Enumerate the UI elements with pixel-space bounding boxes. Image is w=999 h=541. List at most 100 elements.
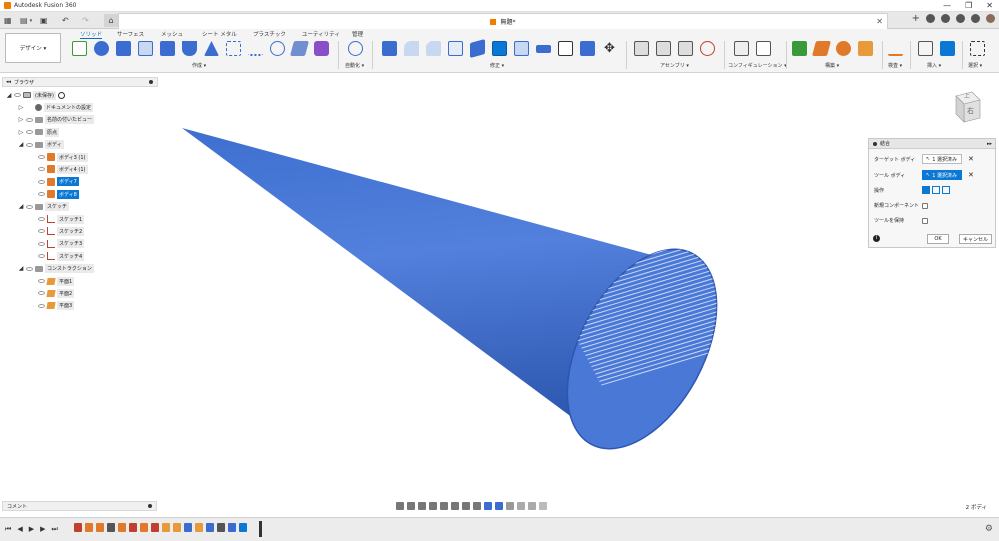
expand-toggle-icon[interactable]: ◢	[18, 203, 24, 210]
split-body-icon[interactable]	[558, 41, 573, 56]
select-icon[interactable]	[970, 41, 985, 56]
tab-sheet-metal[interactable]: シート メタル	[202, 30, 237, 38]
browser-node[interactable]: ボディ7	[30, 177, 79, 187]
pin-icon[interactable]	[873, 141, 877, 146]
visibility-eye-icon[interactable]	[38, 254, 45, 259]
timeline-feature-icon[interactable]	[195, 523, 203, 532]
zoom-icon[interactable]	[429, 502, 437, 510]
activate-radio-icon[interactable]	[57, 91, 65, 99]
as-built-joint-icon[interactable]	[678, 41, 693, 56]
browser-node[interactable]: スケッチ1	[30, 214, 85, 224]
browser-node[interactable]: ボディ8	[30, 189, 79, 199]
fit-icon[interactable]	[440, 502, 448, 510]
configure-icon[interactable]	[734, 41, 749, 56]
timeline-feature-icon[interactable]	[85, 523, 93, 532]
info-icon[interactable]: i	[873, 235, 880, 242]
rectangular-pattern-icon[interactable]	[226, 41, 241, 56]
keep-tools-checkbox[interactable]	[922, 217, 928, 224]
visibility-eye-icon[interactable]	[26, 117, 33, 122]
tab-manage[interactable]: 管理	[352, 30, 363, 38]
extrude-icon[interactable]	[94, 41, 109, 56]
new-component-checkbox[interactable]	[922, 202, 928, 209]
timeline-feature-icon[interactable]	[140, 523, 148, 532]
timeline-marker[interactable]	[259, 521, 262, 537]
shaded-view-icon[interactable]	[484, 502, 492, 510]
browser-node[interactable]: ▷ ドキュメントの設定	[18, 102, 94, 112]
browser-node[interactable]: ▷ 名前の付いたビュー	[18, 115, 95, 125]
viewport-canvas[interactable]	[160, 74, 860, 499]
timeline-feature-icon[interactable]	[217, 523, 225, 532]
step-back-icon[interactable]: ◀	[17, 525, 22, 534]
timeline-feature-icon[interactable]	[107, 523, 115, 532]
clear-target-button[interactable]: ✕	[968, 155, 974, 163]
avatar[interactable]	[986, 14, 995, 23]
go-to-start-icon[interactable]: ⏮	[5, 525, 11, 534]
configuration-table-icon[interactable]	[756, 41, 771, 56]
comments-panel[interactable]: コメント	[2, 501, 157, 511]
group-automate[interactable]: 自動化 ▾	[345, 62, 364, 69]
browser-node[interactable]: ◢ ボディ	[18, 140, 64, 150]
timeline-feature-icon[interactable]	[118, 523, 126, 532]
split-face-icon[interactable]	[536, 45, 551, 53]
timeline-feature-icon[interactable]	[151, 523, 159, 532]
pan-icon[interactable]	[418, 502, 426, 510]
viewcube[interactable]: 上 右	[946, 88, 982, 124]
tab-mesh[interactable]: メッシュ	[161, 30, 183, 38]
timeline-settings-icon[interactable]: ⚙	[985, 524, 993, 534]
browser-panel-header[interactable]: ◂◂ ブラウザ	[2, 77, 158, 87]
automate-icon[interactable]	[348, 41, 363, 56]
help-icon[interactable]	[971, 14, 980, 23]
group-insert[interactable]: 挿入 ▾	[927, 62, 941, 69]
go-to-end-icon[interactable]: ⏭	[51, 525, 57, 534]
undo-button[interactable]: ↶	[62, 14, 69, 27]
timeline-feature-icon[interactable]	[184, 523, 192, 532]
timeline-feature-icon[interactable]	[162, 523, 170, 532]
fillet-icon[interactable]	[404, 41, 419, 56]
scale-icon[interactable]	[580, 41, 595, 56]
add-comment-icon[interactable]	[148, 504, 152, 508]
minimize-button[interactable]: —	[943, 1, 951, 10]
job-status-icon[interactable]	[941, 14, 950, 23]
save-button[interactable]: ▣	[40, 14, 48, 27]
visibility-eye-icon[interactable]	[38, 241, 45, 246]
midplane-icon[interactable]	[858, 41, 873, 56]
timeline-feature-icon[interactable]	[129, 523, 137, 532]
tab-plastic[interactable]: プラスチック	[253, 30, 286, 38]
form-icon[interactable]	[314, 41, 329, 56]
intersect-operation-icon[interactable]	[942, 186, 950, 194]
shell-icon[interactable]	[182, 41, 197, 56]
dialog-header[interactable]: 結合 ▸▸	[869, 139, 995, 149]
document-tab[interactable]: 無題* ✕	[118, 13, 888, 29]
measure-icon[interactable]	[888, 41, 903, 56]
clear-tool-button[interactable]: ✕	[968, 171, 974, 179]
viewports-icon[interactable]	[473, 502, 481, 510]
tangent-plane-icon[interactable]	[836, 41, 851, 56]
browser-node[interactable]: ボディ4 (1)	[30, 164, 88, 174]
group-create[interactable]: 作成 ▾	[192, 62, 206, 69]
expand-icon[interactable]: ▸▸	[987, 141, 992, 147]
display-settings-icon[interactable]	[451, 502, 459, 510]
visibility-eye-icon[interactable]	[38, 179, 45, 184]
cancel-button[interactable]: キャンセル	[959, 234, 992, 244]
look-at-icon[interactable]	[407, 502, 415, 510]
redo-button[interactable]: ↷	[82, 14, 89, 27]
new-component-icon[interactable]	[634, 41, 649, 56]
data-panel-button[interactable]: ▦	[4, 14, 12, 27]
timeline-feature-icon[interactable]	[173, 523, 181, 532]
box-icon[interactable]	[116, 41, 131, 56]
visibility-eye-icon[interactable]	[38, 303, 45, 308]
pin-icon[interactable]	[149, 80, 153, 84]
wireframe-icon[interactable]	[517, 502, 525, 510]
loft-icon[interactable]	[204, 41, 219, 56]
insert-derive-icon[interactable]	[918, 41, 933, 56]
visibility-eye-icon[interactable]	[26, 142, 33, 147]
move-icon[interactable]: ✥	[602, 41, 617, 56]
group-modify[interactable]: 修正 ▾	[490, 62, 504, 69]
plane-at-angle-icon[interactable]	[811, 41, 832, 56]
visibility-eye-icon[interactable]	[26, 204, 33, 209]
group-assemble[interactable]: アセンブリ ▾	[660, 62, 689, 69]
group-configure[interactable]: コンフィギュレーション ▾	[728, 62, 787, 69]
visibility-eye-icon[interactable]	[38, 192, 45, 197]
expand-toggle-icon[interactable]: ◢	[6, 92, 12, 99]
draft-icon[interactable]	[470, 38, 485, 59]
